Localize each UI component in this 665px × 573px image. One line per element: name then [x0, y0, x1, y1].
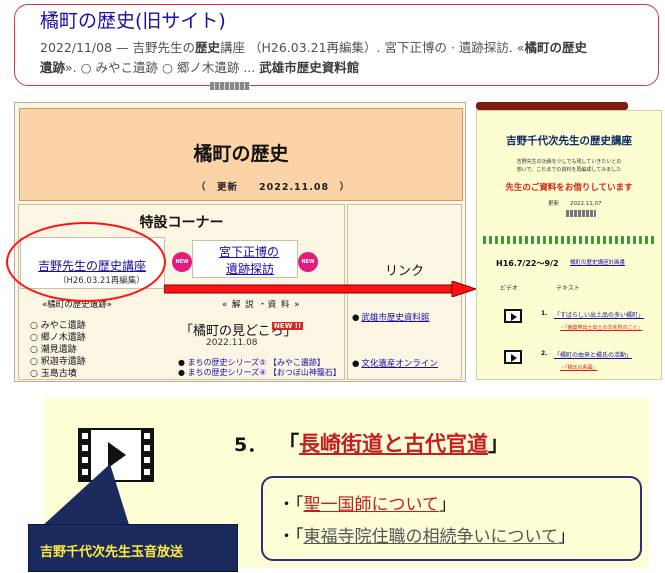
list-item[interactable]: 潮見遺跡: [30, 344, 86, 356]
sub2-prefix: ・「: [278, 527, 304, 547]
video-icon[interactable]: [504, 309, 522, 323]
snippet-text-3: ». ○ みやこ遺跡 ○ 郷ノ木遺跡 ...: [65, 60, 260, 75]
lecture-title: 吉野千代次先生の歴史講座: [506, 135, 632, 147]
bracket-open: 「: [278, 432, 299, 456]
new-badge: NEW: [172, 252, 192, 272]
lecture-borrow-notice: 先生のご資料をお借りしています: [505, 183, 633, 193]
lecture-item-sub[interactable]: ・「番築帯出土出土の文化財のこと」: [560, 324, 643, 331]
lecture-item-link[interactable]: 「すばらしい出土品の多い橘町」: [554, 310, 644, 319]
list-item[interactable]: まちの歴史シリーズ④ 【おつぼ山神籠石】: [178, 368, 341, 378]
snippet-date: 2022/11/08: [40, 40, 113, 55]
list-item[interactable]: 玉島古墳: [30, 368, 86, 380]
red-arrow-icon: [164, 281, 476, 297]
video-icon[interactable]: [504, 350, 522, 364]
list-item[interactable]: 文化遺産オンライン: [352, 358, 438, 370]
snippet-text-1: — 吉野先生の: [112, 40, 195, 55]
snippet-bold-2: 橘町の歴史: [524, 40, 588, 55]
sub1-prefix: ・「: [278, 495, 304, 515]
item-number: 5．: [234, 434, 267, 456]
item-title: 「長崎街道と古代官道」: [278, 428, 509, 458]
list-item[interactable]: 郷ノ木遺跡: [30, 332, 86, 344]
miyashita-link-line2[interactable]: 遺跡探訪: [226, 260, 274, 277]
lecture-header-bar: [476, 102, 628, 110]
old-site-header: 橘町の歴史 （ 更新 2022.11.08 ）: [19, 108, 463, 201]
lecture-desc-line1: 吉野先生の功績を少しでも残していきたいとの: [516, 159, 622, 165]
snippet-text-2: 講座 （H26.03.21再編集）. 宮下正博の · 遺跡探訪. «: [220, 40, 525, 55]
shoichi-kokushi-link[interactable]: 聖一国師について: [304, 495, 440, 515]
series-list: まちの歴史シリーズ⑤ 【みやこ遺跡】 まちの歴史シリーズ④ 【おつぼ山神籠石】: [178, 358, 341, 378]
old-site-title: 橘町の歴史: [193, 143, 289, 165]
search-result-snippet: 2022/11/08 — 吉野先生の歴史講座 （H26.03.21再編集）. 宮…: [40, 38, 640, 78]
new-badge-2: NEW: [298, 252, 318, 272]
lecture-column-headers: ビデオ テキスト: [500, 283, 616, 292]
list-item[interactable]: 武雄市歴史資料館: [352, 312, 438, 324]
tree-border-decoration: [483, 236, 655, 244]
callout-text: 吉野千代次先生玉音放送: [40, 545, 184, 560]
sub2-suffix: 」: [558, 527, 575, 547]
tofukuji-dispute-link[interactable]: 東福寺院住職の相続争いについて: [304, 527, 559, 547]
sub-item-1: ・「聖一国師について」: [278, 490, 456, 515]
lecture-desc-line2: 想いで、これまでの資料を再編成してみました: [516, 167, 622, 173]
machi-date: 2022.11.08: [206, 338, 258, 348]
lecture-description: 吉野先生の功績を少しでも残していきたいとの 想いで、これまでの資料を再編成してみ…: [476, 158, 662, 174]
snippet-bold-4: 武雄市歴史資料館: [259, 60, 360, 75]
col-text: テキスト: [555, 285, 580, 292]
lecture-period: H16.7/22～9/2: [496, 259, 559, 268]
new-label: NEW !!: [272, 322, 304, 330]
callout-pointer: [40, 464, 130, 528]
col-video: ビデオ: [500, 285, 519, 292]
link-column-title: リンク: [384, 264, 424, 279]
visit-counter: [210, 82, 250, 90]
nagasaki-kaido-link[interactable]: 長崎街道と古代官道: [299, 432, 488, 456]
list-item[interactable]: みやこ遺跡: [30, 320, 86, 332]
lecture-counter: [566, 210, 596, 217]
snippet-bold-3: 遺跡: [40, 60, 66, 75]
lecture-page-screenshot: [476, 110, 662, 380]
bracket-close: 」: [488, 432, 509, 456]
list-item[interactable]: 釈迦寺遺跡: [30, 356, 86, 368]
lecture-item-link[interactable]: 「橘町の由来と橘氏の活動」: [554, 350, 632, 359]
list-item[interactable]: まちの歴史シリーズ⑤ 【みやこ遺跡】: [178, 358, 341, 368]
sub1-suffix: 」: [439, 495, 456, 515]
lecture-item-num: 1.: [541, 310, 548, 317]
search-result-title[interactable]: 橘町の歴史(旧サイト): [40, 6, 226, 33]
reference-section-title: « 解 説 ・資 料 »: [222, 300, 301, 310]
sub-item-2: ・「東福寺院住職の相続争いについて」: [278, 522, 575, 547]
lecture-plan-link[interactable]: 橘町の歴史講座計画書: [570, 258, 625, 266]
miyashita-link-line1[interactable]: 宮下正博の: [219, 243, 279, 260]
lecture-item-sub[interactable]: ・「橘氏の系図」: [560, 364, 598, 371]
lecture-item-num: 2.: [541, 350, 548, 357]
sub-items-box: [261, 476, 642, 561]
ruins-list: みやこ遺跡 郷ノ木遺跡 潮見遺跡 釈迦寺遺跡 玉島古墳: [30, 320, 86, 380]
snippet-bold-1: 歴史: [195, 40, 221, 55]
old-site-update: （ 更新 2022.11.08 ）: [196, 182, 351, 193]
lecture-update: 更新 2022.11.07: [548, 201, 602, 207]
highlight-ellipse: [6, 222, 166, 302]
external-link-list: 武雄市歴史資料館 文化遺産オンライン: [352, 312, 438, 404]
